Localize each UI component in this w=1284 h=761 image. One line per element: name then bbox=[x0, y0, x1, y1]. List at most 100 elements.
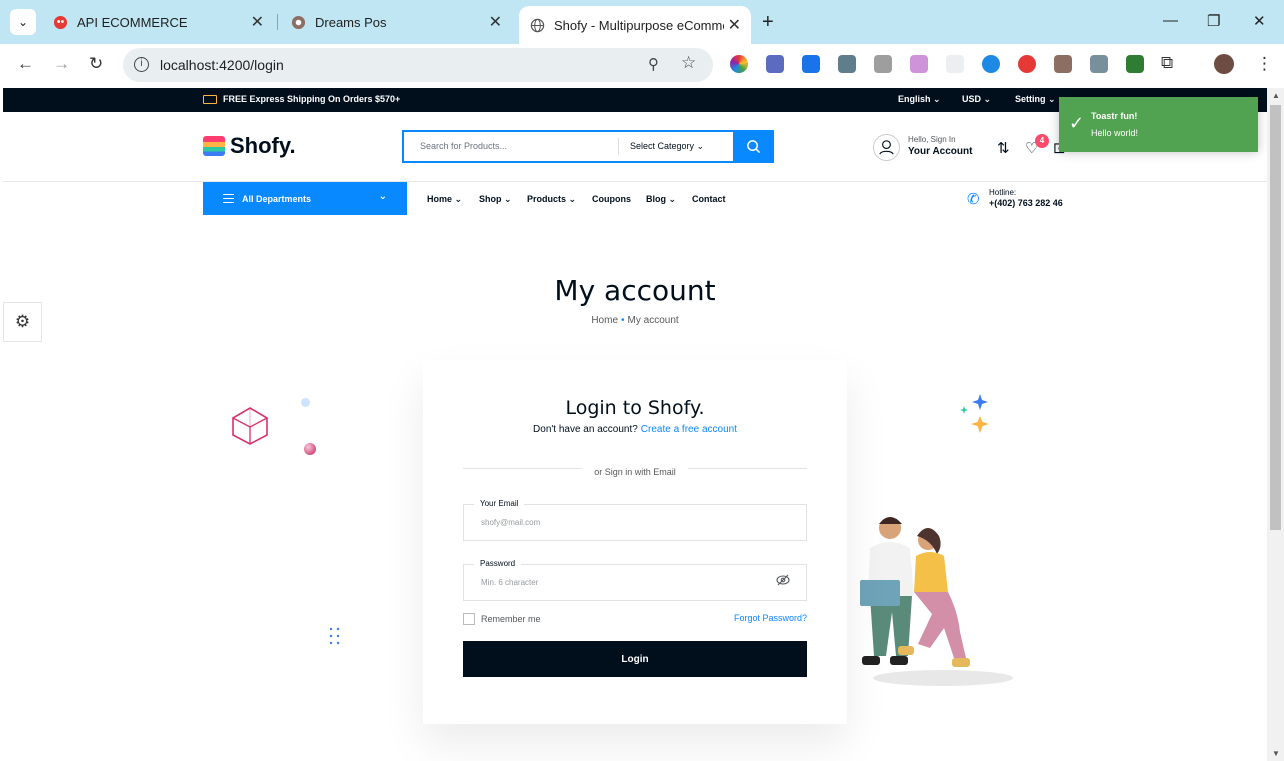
extensions-puzzle-icon[interactable]: ⧉ bbox=[1161, 53, 1173, 73]
product-search-bar: Search for Products... Select Category ⌄ bbox=[402, 130, 774, 163]
toast-notification[interactable]: ✓ Toastr fun! Hello world! bbox=[1059, 97, 1258, 152]
user-icon[interactable] bbox=[873, 134, 900, 161]
nav-home[interactable]: Home ⌄ bbox=[427, 194, 462, 205]
extension-icon[interactable] bbox=[982, 55, 1000, 73]
browser-tab-dreams-pos[interactable]: Dreams Pos ✕ bbox=[290, 8, 508, 36]
breadcrumb-current: My account bbox=[627, 315, 679, 326]
dot-decoration bbox=[301, 398, 310, 407]
zoom-icon[interactable]: ⚲ bbox=[648, 55, 659, 73]
nav-shop[interactable]: Shop ⌄ bbox=[479, 194, 512, 205]
email-field[interactable]: Your Email shofy@mail.com bbox=[463, 499, 807, 541]
new-tab-icon[interactable]: + bbox=[762, 11, 774, 34]
close-window-icon[interactable]: ✕ bbox=[1253, 12, 1266, 30]
browser-toolbar: ← → ↻ i localhost:4200/login ⚲ ☆ ⧉ ⋮ bbox=[0, 44, 1284, 88]
browser-tab-shofy[interactable]: Shofy - Multipurpose eCommer ✕ bbox=[519, 6, 751, 44]
globe-icon bbox=[529, 17, 545, 33]
menu-icon bbox=[223, 194, 234, 203]
translate-extension-icon[interactable] bbox=[802, 55, 820, 73]
extension-icon[interactable] bbox=[1126, 55, 1144, 73]
eye-off-icon[interactable] bbox=[776, 574, 790, 589]
breadcrumb-home[interactable]: Home bbox=[591, 315, 618, 326]
hotline[interactable]: Hotline: +(402) 763 282 46 bbox=[989, 188, 1063, 208]
scrollbar-thumb[interactable] bbox=[1270, 105, 1281, 530]
chevron-down-icon: ⌄ bbox=[378, 191, 387, 202]
chrome-favicon-icon bbox=[290, 14, 306, 30]
close-tab-icon[interactable]: ✕ bbox=[251, 12, 264, 32]
search-button[interactable] bbox=[733, 130, 774, 163]
forward-icon[interactable]: → bbox=[53, 54, 70, 74]
sparkle-decoration-icon bbox=[960, 394, 989, 433]
tab-search-button[interactable]: ⌄ bbox=[10, 9, 36, 35]
shipping-text: FREE Express Shipping On Orders $570+ bbox=[223, 94, 401, 104]
app-favicon-icon bbox=[52, 14, 68, 30]
adblock-extension-icon[interactable] bbox=[1018, 55, 1036, 73]
compare-icon[interactable]: ⇅ bbox=[997, 139, 1010, 157]
browser-menu-icon[interactable]: ⋮ bbox=[1256, 54, 1273, 74]
no-account-text: Don't have an account? bbox=[533, 424, 638, 435]
search-icon bbox=[747, 140, 761, 154]
dots-decoration-icon bbox=[329, 627, 340, 645]
extension-icon[interactable] bbox=[766, 55, 784, 73]
bookmark-star-icon[interactable]: ☆ bbox=[681, 53, 696, 73]
restore-icon[interactable]: ❐ bbox=[1207, 12, 1220, 30]
setting-selector[interactable]: Setting ⌄ bbox=[1015, 94, 1056, 105]
language-selector[interactable]: English ⌄ bbox=[898, 94, 941, 105]
nav-coupons[interactable]: Coupons bbox=[592, 194, 631, 204]
nav-blog[interactable]: Blog ⌄ bbox=[646, 194, 676, 205]
extension-icon[interactable] bbox=[910, 55, 928, 73]
account-link[interactable]: Hello, Sign In Your Account bbox=[908, 135, 972, 157]
url-text: localhost:4200/login bbox=[160, 57, 284, 73]
remember-me[interactable]: Remember me bbox=[463, 613, 541, 625]
nav-products[interactable]: Products ⌄ bbox=[527, 194, 576, 205]
account-greeting: Hello, Sign In bbox=[908, 135, 956, 144]
people-with-laptop-illustration bbox=[860, 517, 1013, 686]
create-account-link[interactable]: Create a free account bbox=[641, 424, 737, 435]
signup-prompt: Don't have an account? Create a free acco… bbox=[423, 424, 847, 435]
remember-label: Remember me bbox=[481, 614, 541, 624]
profile-avatar[interactable] bbox=[1214, 54, 1234, 74]
hotline-label: Hotline: bbox=[989, 188, 1017, 197]
browser-tab-api-ecommerce[interactable]: API ECOMMERCE ✕ bbox=[52, 8, 270, 36]
login-button[interactable]: Login bbox=[463, 641, 807, 677]
all-departments-button[interactable]: All Departments ⌄ bbox=[203, 182, 407, 215]
scroll-down-icon[interactable]: ▼ bbox=[1272, 749, 1280, 758]
address-bar[interactable]: i localhost:4200/login ⚲ ☆ bbox=[123, 48, 713, 82]
shipping-notice: FREE Express Shipping On Orders $570+ bbox=[203, 94, 400, 104]
forgot-password-link[interactable]: Forgot Password? bbox=[734, 613, 807, 623]
hotline-number: +(402) 763 282 46 bbox=[989, 198, 1063, 208]
recycle-extension-icon[interactable] bbox=[874, 55, 892, 73]
search-input[interactable]: Search for Products... bbox=[420, 141, 507, 151]
page-scrollbar[interactable]: ▲ ▼ bbox=[1267, 88, 1284, 761]
close-tab-icon[interactable]: ✕ bbox=[489, 12, 502, 32]
reload-icon[interactable]: ↻ bbox=[89, 54, 103, 74]
account-label: Your Account bbox=[908, 146, 973, 157]
page-title: My account bbox=[554, 274, 716, 307]
tab-title: Shofy - Multipurpose eCommer bbox=[554, 17, 724, 33]
email-label: Your Email bbox=[474, 499, 525, 508]
category-select[interactable]: Select Category ⌄ bbox=[618, 138, 704, 155]
email-placeholder: shofy@mail.com bbox=[481, 518, 541, 527]
ball-decoration bbox=[304, 443, 316, 455]
back-icon[interactable]: ← bbox=[17, 54, 34, 74]
extension-icon[interactable] bbox=[946, 55, 964, 73]
password-field[interactable]: Password Min. 6 character bbox=[463, 559, 807, 601]
phone-icon: ✆ bbox=[967, 191, 980, 208]
login-card: Login to Shofy. Don't have an account? Cr… bbox=[423, 360, 847, 724]
color-picker-extension-icon[interactable] bbox=[730, 55, 748, 73]
site-info-icon[interactable]: i bbox=[134, 57, 149, 72]
logo-text: Shofy. bbox=[230, 133, 296, 158]
extension-icon[interactable] bbox=[1054, 55, 1072, 73]
site-logo[interactable]: Shofy. bbox=[203, 133, 296, 159]
scroll-up-icon[interactable]: ▲ bbox=[1272, 91, 1280, 100]
remember-checkbox[interactable] bbox=[463, 613, 475, 625]
close-tab-icon[interactable]: ✕ bbox=[728, 15, 741, 35]
currency-selector[interactable]: USD ⌄ bbox=[962, 94, 991, 105]
shopping-bag-logo-icon bbox=[203, 136, 225, 156]
extension-icon[interactable] bbox=[838, 55, 856, 73]
minimize-icon[interactable]: — bbox=[1163, 12, 1178, 29]
cube-decoration-icon bbox=[232, 407, 268, 445]
tab-separator bbox=[277, 14, 278, 30]
tab-title: Dreams Pos bbox=[315, 14, 387, 30]
extension-icon[interactable] bbox=[1090, 55, 1108, 73]
nav-contact[interactable]: Contact bbox=[692, 194, 726, 204]
